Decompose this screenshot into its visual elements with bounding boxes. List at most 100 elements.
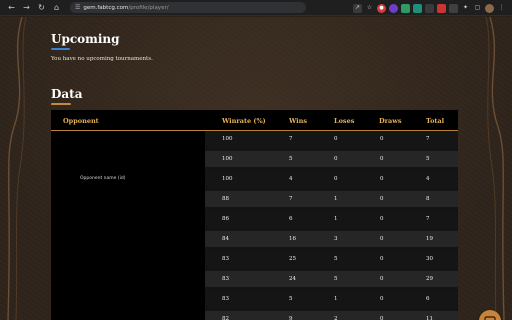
extension-purple-icon[interactable] bbox=[389, 3, 398, 13]
table-row: 82 9 2 0 11 bbox=[205, 311, 458, 320]
cell-loses: 5 bbox=[334, 276, 338, 282]
site-info-icon[interactable]: ☰ bbox=[75, 4, 80, 11]
cell-loses: 1 bbox=[334, 296, 338, 302]
cell-total: 19 bbox=[426, 236, 433, 242]
cell-draws: 0 bbox=[380, 176, 384, 182]
chat-bubble-icon bbox=[484, 315, 496, 320]
cell-draws: 0 bbox=[380, 216, 384, 222]
cell-winrate: 83 bbox=[222, 296, 229, 302]
share-icon[interactable]: ↗ bbox=[353, 3, 362, 13]
table-row: 83 5 1 0 6 bbox=[205, 291, 458, 307]
cell-loses: 2 bbox=[334, 316, 338, 320]
column-header-draws[interactable]: Draws bbox=[379, 117, 402, 125]
upcoming-empty-message: You have no upcoming tournaments. bbox=[51, 56, 153, 62]
extension-teal-icon[interactable] bbox=[413, 3, 422, 13]
arrow-left-icon[interactable]: ← bbox=[6, 2, 17, 13]
puzzle-icon[interactable]: ✦ bbox=[461, 4, 470, 13]
cell-loses: 1 bbox=[334, 196, 338, 202]
cell-wins: 5 bbox=[289, 296, 293, 302]
data-heading-underline bbox=[51, 103, 71, 105]
upcoming-heading-underline bbox=[51, 48, 70, 50]
cell-draws: 0 bbox=[380, 136, 384, 142]
cell-draws: 0 bbox=[380, 296, 384, 302]
cell-winrate: 84 bbox=[222, 236, 229, 242]
profile-avatar-icon[interactable] bbox=[485, 3, 494, 13]
extension-red-square-icon[interactable] bbox=[437, 3, 446, 13]
data-heading: Data bbox=[51, 87, 83, 101]
cell-total: 6 bbox=[426, 296, 430, 302]
arrow-right-icon[interactable]: → bbox=[21, 2, 32, 13]
cell-total: 29 bbox=[426, 276, 433, 282]
cell-draws: 0 bbox=[380, 236, 384, 242]
cell-winrate: 82 bbox=[222, 316, 229, 320]
opponent-column-redacted: Opponent name (id) bbox=[51, 131, 205, 320]
cell-total: 7 bbox=[426, 136, 430, 142]
table-row: 100 5 0 0 5 bbox=[205, 151, 458, 167]
cell-loses: 5 bbox=[334, 256, 338, 262]
table-row: 83 25 5 0 30 bbox=[205, 251, 458, 267]
reload-icon[interactable]: ↻ bbox=[36, 2, 47, 13]
column-header-winrate[interactable]: Winrate (%) bbox=[222, 117, 266, 125]
column-header-wins[interactable]: Wins bbox=[289, 117, 307, 125]
extension-grid-icon[interactable] bbox=[425, 3, 434, 13]
home-icon[interactable]: ⌂ bbox=[51, 2, 62, 13]
cell-total: 8 bbox=[426, 196, 430, 202]
cell-wins: 9 bbox=[289, 316, 293, 320]
table-row: 100 4 0 0 4 bbox=[205, 171, 458, 187]
page-content: Upcoming You have no upcoming tournament… bbox=[0, 17, 512, 320]
cell-winrate: 100 bbox=[222, 176, 233, 182]
cell-total: 11 bbox=[426, 316, 433, 320]
table-header: Opponent Winrate (%) Wins Loses Draws To… bbox=[51, 110, 458, 131]
cell-winrate: 100 bbox=[222, 156, 233, 162]
url-host: gem.fabtcg.com bbox=[83, 4, 129, 11]
cell-total: 7 bbox=[426, 216, 430, 222]
cell-draws: 0 bbox=[380, 316, 384, 320]
cell-total: 4 bbox=[426, 176, 430, 182]
url-path: /profile/player/ bbox=[128, 4, 169, 11]
cell-winrate: 83 bbox=[222, 276, 229, 282]
cell-wins: 16 bbox=[289, 236, 296, 242]
cell-loses: 0 bbox=[334, 176, 338, 182]
table-row: 100 7 0 0 7 bbox=[205, 131, 458, 147]
column-header-total[interactable]: Total bbox=[426, 117, 444, 125]
extension-green-icon[interactable] bbox=[401, 3, 410, 13]
cell-wins: 24 bbox=[289, 276, 296, 282]
extension-red-icon[interactable]: ● bbox=[377, 3, 386, 13]
cell-winrate: 88 bbox=[222, 196, 229, 202]
cell-winrate: 100 bbox=[222, 136, 233, 142]
opponent-stats-table: Opponent Winrate (%) Wins Loses Draws To… bbox=[51, 110, 458, 320]
address-bar[interactable]: ☰ gem.fabtcg.com/profile/player/ bbox=[70, 2, 306, 13]
upcoming-heading: Upcoming bbox=[51, 32, 120, 46]
browser-toolbar: ← → ↻ ⌂ ☰ gem.fabtcg.com/profile/player/… bbox=[0, 0, 512, 16]
column-header-loses[interactable]: Loses bbox=[334, 117, 354, 125]
table-row: 83 24 5 0 29 bbox=[205, 271, 458, 287]
extension-bar: ↗ ☆ ● ✦ ▢ ⋮ bbox=[353, 2, 506, 14]
cell-wins: 6 bbox=[289, 216, 293, 222]
cell-winrate: 86 bbox=[222, 216, 229, 222]
sidebar-icon[interactable]: ▢ bbox=[473, 4, 482, 13]
cell-wins: 25 bbox=[289, 256, 296, 262]
left-ornament bbox=[7, 17, 27, 320]
cell-wins: 7 bbox=[289, 196, 293, 202]
cell-wins: 7 bbox=[289, 136, 293, 142]
cell-loses: 0 bbox=[334, 156, 338, 162]
right-ornament bbox=[485, 17, 505, 320]
more-vertical-icon[interactable]: ⋮ bbox=[497, 4, 506, 13]
cell-draws: 0 bbox=[380, 156, 384, 162]
cell-loses: 3 bbox=[334, 236, 338, 242]
cell-wins: 4 bbox=[289, 176, 293, 182]
cell-total: 5 bbox=[426, 156, 430, 162]
star-icon[interactable]: ☆ bbox=[365, 4, 374, 13]
column-header-opponent[interactable]: Opponent bbox=[63, 117, 99, 125]
table-row: 86 6 1 0 7 bbox=[205, 211, 458, 227]
extension-gray-icon[interactable] bbox=[449, 3, 458, 13]
cell-draws: 0 bbox=[380, 256, 384, 262]
cell-winrate: 83 bbox=[222, 256, 229, 262]
cell-loses: 0 bbox=[334, 136, 338, 142]
cell-loses: 1 bbox=[334, 216, 338, 222]
table-row: 88 7 1 0 8 bbox=[205, 191, 458, 207]
cell-total: 30 bbox=[426, 256, 433, 262]
opponent-name-placeholder: Opponent name (id) bbox=[80, 176, 126, 181]
cell-wins: 5 bbox=[289, 156, 293, 162]
cell-draws: 0 bbox=[380, 276, 384, 282]
